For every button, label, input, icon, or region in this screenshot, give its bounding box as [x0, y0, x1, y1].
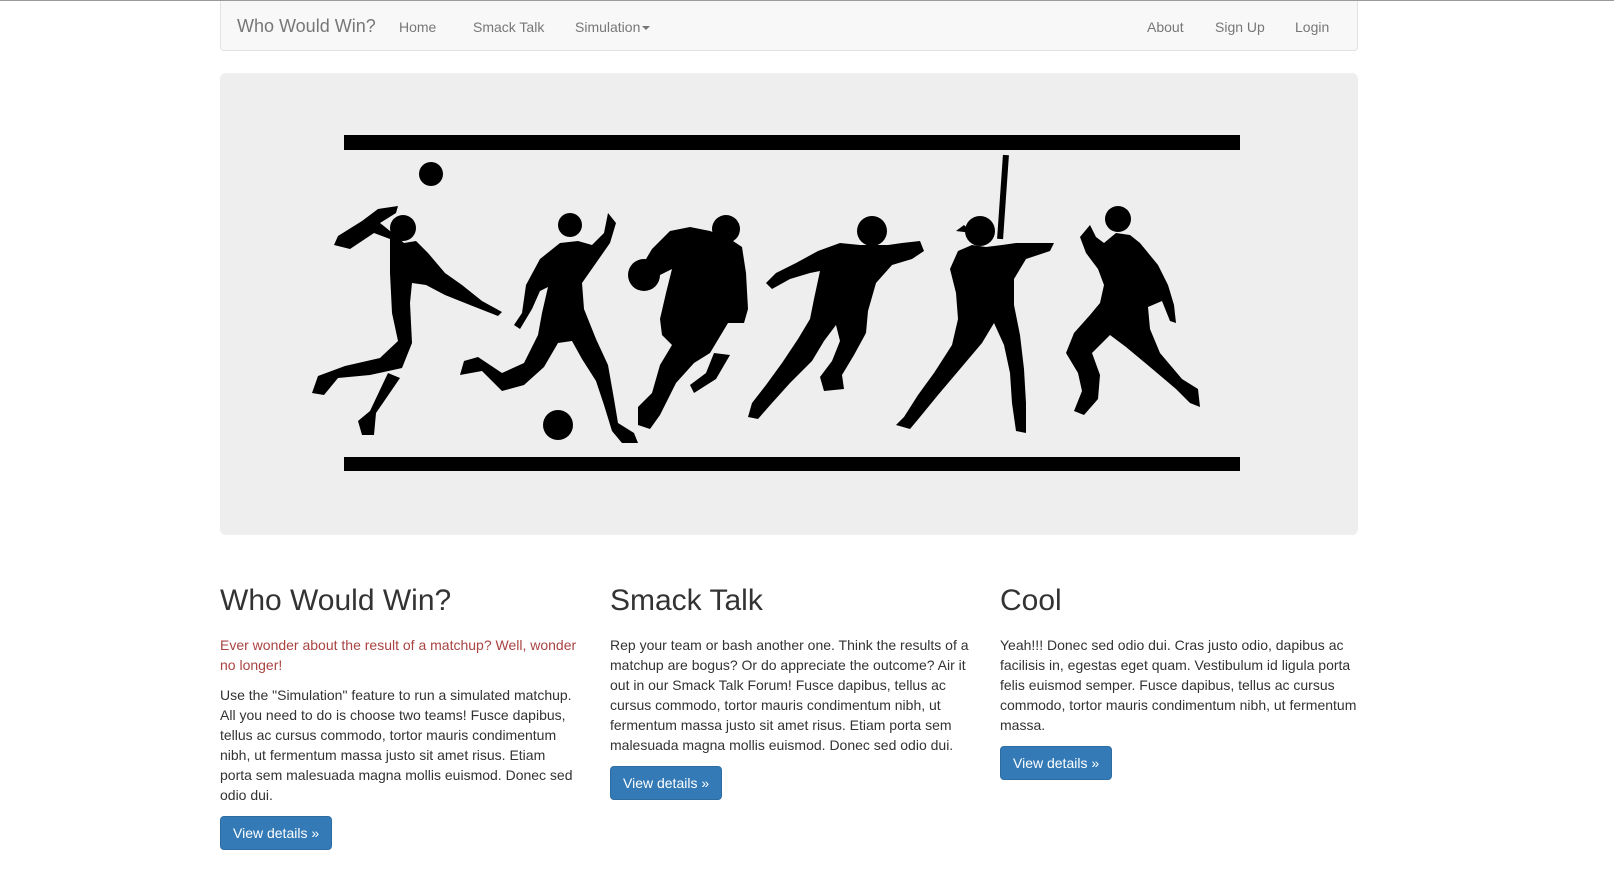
nav-smack-talk[interactable]: Smack Talk — [473, 19, 544, 35]
soccer-player-silhouette — [460, 213, 638, 443]
football-player-silhouette — [748, 216, 924, 419]
feature-column-cool: Cool Yeah!!! Donec sed odio dui. Cras ju… — [1000, 584, 1360, 780]
view-details-button[interactable]: View details » — [610, 766, 723, 800]
feature-column-smack-talk: Smack Talk Rep your team or bash another… — [610, 584, 970, 800]
nav-about[interactable]: About — [1147, 19, 1184, 35]
nav-home[interactable]: Home — [399, 19, 436, 35]
volleyball-ball — [419, 162, 443, 186]
baseball-player-silhouette — [896, 154, 1054, 433]
brand-link[interactable]: Who Would Win? — [237, 16, 376, 37]
hero-jumbotron — [220, 73, 1358, 535]
nav-login[interactable]: Login — [1295, 19, 1329, 35]
banner-top-bar — [344, 135, 1240, 150]
nav-sign-up[interactable]: Sign Up — [1215, 19, 1265, 35]
column-heading: Who Would Win? — [220, 584, 452, 617]
feature-column-who-would-win: Who Would Win? Ever wonder about the res… — [220, 584, 580, 850]
column-body: Yeah!!! Donec sed odio dui. Cras justo o… — [1000, 637, 1357, 733]
column-body: Rep your team or bash another one. Think… — [610, 637, 969, 753]
basketball-player-silhouette — [628, 215, 748, 429]
soccer-ball — [543, 410, 573, 440]
view-details-button[interactable]: View details » — [220, 816, 333, 850]
column-body: Use the "Simulation" feature to run a si… — [220, 687, 573, 803]
chevron-down-icon — [642, 26, 651, 31]
runner-silhouette — [1066, 206, 1200, 415]
top-navbar: Who Would Win? Home Smack Talk Simulatio… — [220, 1, 1358, 51]
nav-simulation-dropdown[interactable]: Simulation — [575, 19, 651, 35]
sports-silhouettes-image — [312, 135, 1240, 471]
column-heading: Smack Talk — [610, 584, 763, 617]
volleyball-player-silhouette — [312, 162, 502, 435]
column-tagline: Ever wonder about the result of a matchu… — [220, 637, 577, 673]
baseball-bat — [997, 154, 1009, 240]
nav-simulation-label: Simulation — [575, 19, 641, 35]
column-heading: Cool — [1000, 584, 1062, 617]
banner-bottom-bar — [344, 457, 1240, 471]
view-details-button[interactable]: View details » — [1000, 746, 1113, 780]
